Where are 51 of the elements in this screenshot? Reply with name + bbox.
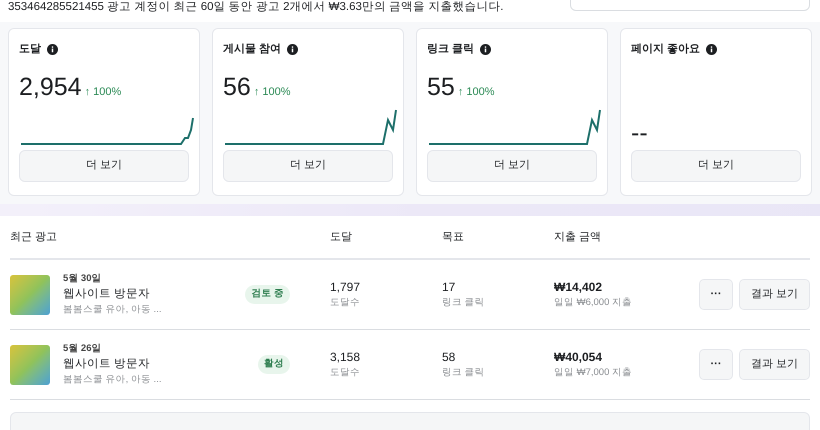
reach-label: 도달수 (330, 296, 361, 310)
goal-value: 58 (442, 349, 456, 366)
goal-value: 17 (442, 279, 456, 296)
ad-thumbnail (10, 274, 50, 314)
ad-date: 5월 26일 (63, 342, 102, 356)
date-range-field[interactable] (570, 0, 810, 11)
view-results-button[interactable]: 결과 보기 (739, 279, 810, 310)
more-options-button[interactable]: ··· (699, 279, 733, 310)
daily-budget: 일일 ₩6,000 지출 (554, 296, 634, 310)
spend-amount: ₩14,402 (554, 279, 604, 296)
metric-label: 도달 (19, 42, 41, 57)
metric-change: ↑ 100% (458, 84, 495, 100)
reach-value: 3,158 (330, 349, 362, 366)
more-button[interactable]: 더 보기 (631, 150, 801, 182)
ad-name: 웹사이트 방문자 (63, 356, 152, 372)
metric-change: ↑ 100% (84, 84, 122, 100)
view-results-button[interactable]: 결과 보기 (739, 349, 810, 380)
metric-value: 55 (427, 72, 455, 102)
ad-name: 웹사이트 방문자 (63, 286, 152, 302)
ad-audience: 봄봄스쿨 유아, 아동 ... (63, 303, 162, 318)
info-icon (287, 44, 298, 55)
metric-value: 2,954 (19, 72, 82, 102)
column-header: 최근 광고 (10, 230, 58, 245)
column-header: 도달 (330, 230, 353, 245)
ad-thumbnail (10, 344, 50, 384)
account-summary: 353464285521455 광고 계정이 최근 60일 동안 광고 2개에서 ₩3.63만의 금액을 지출했습니다. (8, 0, 504, 15)
spend-amount: ₩40,054 (554, 349, 604, 366)
column-header: 목표 (442, 230, 465, 245)
info-icon (706, 44, 718, 55)
more-button[interactable]: 더 보기 (427, 150, 597, 182)
metric-change: ↑ 100% (254, 84, 291, 100)
info-icon (47, 44, 58, 55)
goal-label: 링크 클릭 (442, 366, 486, 380)
ad-audience: 봄봄스쿨 유아, 아동 ... (63, 373, 162, 388)
reach-value: 1,797 (330, 279, 362, 296)
metric-label: 링크 클릭 (427, 42, 474, 57)
ad-date: 5월 30일 (63, 272, 102, 286)
status-badge: 활성 (258, 355, 290, 374)
metric-value: -- (631, 118, 648, 148)
more-button[interactable]: 더 보기 (19, 150, 189, 182)
metric-value: 56 (223, 72, 251, 102)
more-button[interactable]: 더 보기 (223, 150, 393, 182)
more-options-button[interactable]: ··· (699, 349, 733, 380)
metric-label: 페이지 좋아요 (631, 42, 700, 57)
goal-label: 링크 클릭 (442, 296, 486, 310)
status-badge: 검토 중 (245, 285, 290, 304)
metric-label: 게시물 참여 (223, 42, 282, 57)
daily-budget: 일일 ₩7,000 지출 (554, 366, 634, 380)
column-header: 지출 금액 (554, 230, 602, 245)
info-icon (480, 44, 492, 55)
reach-label: 도달수 (330, 366, 361, 380)
